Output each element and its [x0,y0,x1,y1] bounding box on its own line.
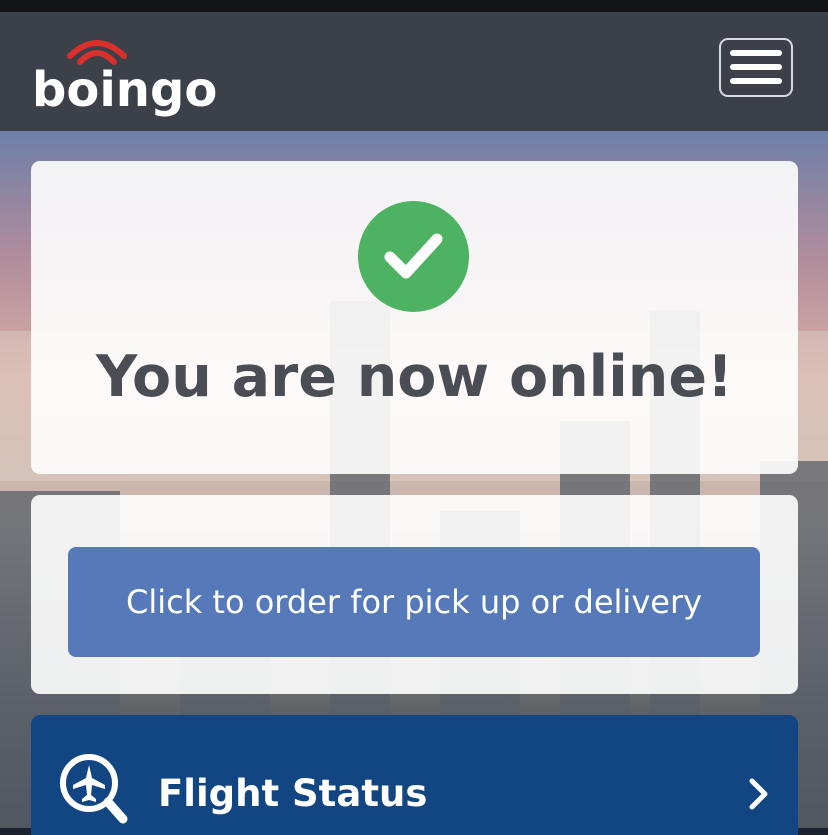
menu-bar [730,50,782,56]
top-navigation-bar: boingo [0,12,828,131]
menu-bar [730,78,782,84]
logo-text: boingo [32,62,218,118]
status-bar [0,0,828,12]
boingo-logo[interactable]: boingo [32,34,217,124]
chevron-right-icon [749,778,768,810]
check-circle-icon [358,201,469,312]
online-message: You are now online! [96,344,733,410]
plane-search-icon [60,754,128,824]
order-pickup-delivery-button[interactable]: Click to order for pick up or delivery [68,547,760,657]
hamburger-menu-button[interactable] [719,38,793,97]
menu-bar [730,64,782,70]
checkmark-icon [384,233,443,279]
flight-status-label: Flight Status [158,772,428,815]
order-card: Click to order for pick up or delivery [31,495,798,694]
flight-status-link[interactable]: Flight Status [31,715,798,835]
online-status-card: You are now online! [31,161,798,474]
